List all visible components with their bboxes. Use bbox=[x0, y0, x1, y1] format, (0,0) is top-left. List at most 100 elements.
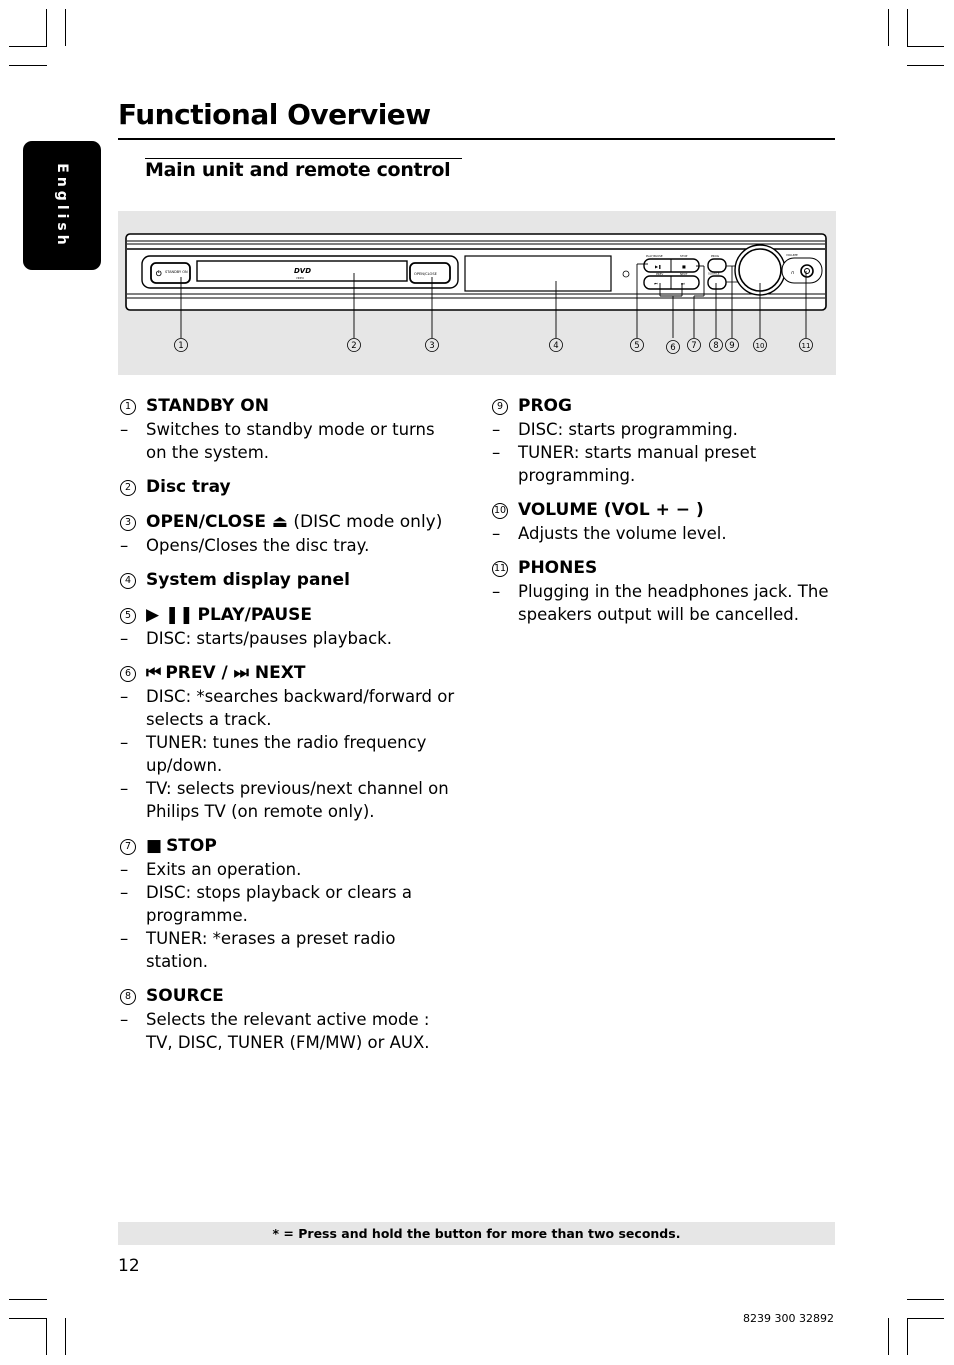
item-description: – Switches to standby mode or turns on th… bbox=[118, 418, 458, 464]
item-7: 7 ■ STOP – Exits an operation. – DISC: stops p… bbox=[118, 835, 458, 973]
items-right-column: 9 PROG – DISC: starts programming. – TUNER: s… bbox=[490, 395, 830, 638]
item-description-text: DISC: *searches backward/forward or sele… bbox=[146, 687, 455, 729]
item-heading: 6 ⏮ PREV / ⏭ NEXT bbox=[118, 662, 458, 685]
item-number-badge: 9 bbox=[492, 399, 508, 415]
item-heading: 1 STANDBY ON bbox=[118, 395, 458, 418]
crop-mark bbox=[9, 46, 47, 47]
next-label: NEXT bbox=[680, 272, 688, 276]
standby-label: STANDBY ON bbox=[165, 270, 188, 274]
item-description: – DISC: *searches backward/forward or sel… bbox=[118, 685, 458, 731]
callout-number-10: 10 bbox=[756, 342, 765, 350]
item-title: PLAY/PAUSE bbox=[197, 605, 313, 625]
crop-mark bbox=[65, 9, 66, 46]
callout-number-5: 5 bbox=[634, 341, 639, 351]
source-label: SOURCE bbox=[708, 272, 720, 276]
footnote: * = Press and hold the button for more t… bbox=[118, 1222, 835, 1245]
crop-mark bbox=[9, 1318, 47, 1319]
item-6: 6 ⏮ PREV / ⏭ NEXT – DISC: *searches backward… bbox=[118, 662, 458, 823]
dvd-logo: DVD bbox=[294, 267, 311, 275]
item-heading: 3 OPEN/CLOSE ⏏ (DISC mode only) bbox=[118, 511, 458, 534]
stop-glyph: ■ bbox=[682, 264, 686, 269]
power-icon: ⏻ bbox=[156, 270, 162, 278]
item-description: – Plugging in the headphones jack. The sp… bbox=[490, 580, 830, 626]
item-description-text: DISC: starts programming. bbox=[518, 420, 738, 439]
callout-number-8: 8 bbox=[713, 341, 718, 351]
item-number-badge: 1 bbox=[120, 399, 136, 415]
callout-number-1: 1 bbox=[178, 341, 183, 351]
item-heading: 7 ■ STOP bbox=[118, 835, 458, 858]
dash-bullet: – bbox=[120, 629, 129, 648]
prog-button bbox=[707, 258, 727, 273]
display-panel bbox=[464, 255, 612, 292]
item-title: PHONES bbox=[518, 558, 598, 578]
item-5: 5 ▶ ❚❚ PLAY/PAUSE – DISC: starts/pauses play… bbox=[118, 604, 458, 650]
item-description: – Exits an operation. bbox=[118, 858, 458, 881]
play-pause-glyph: ▶❚ bbox=[655, 264, 661, 269]
item-description-text: Exits an operation. bbox=[146, 860, 302, 879]
item-description-text: Switches to standby mode or turns on the… bbox=[146, 420, 435, 462]
item-description: – TUNER: *erases a preset radio station. bbox=[118, 927, 458, 973]
prev-label: PREV bbox=[656, 272, 663, 276]
prev-glyph: ⏮ bbox=[654, 281, 658, 286]
item-2: 2 Disc tray bbox=[118, 476, 458, 499]
callout-number-6: 6 bbox=[670, 343, 675, 353]
item-title: OPEN/CLOSE ⏏ bbox=[146, 512, 288, 532]
item-description: – DISC: starts programming. bbox=[490, 418, 830, 441]
item-heading: 10 VOLUME (VOL + − ) bbox=[490, 499, 830, 522]
item-title: Disc tray bbox=[146, 477, 231, 497]
item-heading: 8 SOURCE bbox=[118, 985, 458, 1008]
item-title: VOLUME (VOL + − ) bbox=[518, 500, 704, 520]
item-description: – Opens/Closes the disc tray. bbox=[118, 534, 458, 557]
device-figure: ⏻ STANDBY ON DVD VIDEO OPEN/CLOSE ▶❚ ■ P… bbox=[118, 211, 836, 375]
item-3: 3 OPEN/CLOSE ⏏ (DISC mode only) – Opens/Clo… bbox=[118, 511, 458, 557]
prog-label: PROG bbox=[711, 254, 719, 258]
item-description: – DISC: stops playback or clears a progra… bbox=[118, 881, 458, 927]
item-number-badge: 8 bbox=[120, 989, 136, 1005]
item-description-text: TUNER: tunes the radio frequency up/down… bbox=[146, 733, 427, 775]
dash-bullet: – bbox=[492, 443, 501, 462]
item-number-badge: 4 bbox=[120, 573, 136, 589]
callout-number-3: 3 bbox=[429, 341, 434, 351]
crop-mark bbox=[9, 65, 47, 66]
dash-bullet: – bbox=[492, 420, 501, 439]
crop-mark bbox=[888, 9, 889, 46]
item-description-text: Opens/Closes the disc tray. bbox=[146, 536, 370, 555]
item-heading: 5 ▶ ❚❚ PLAY/PAUSE bbox=[118, 604, 458, 627]
callout-number-7: 7 bbox=[691, 341, 696, 351]
item-title: PROG bbox=[518, 396, 572, 416]
item-description-text: Selects the relevant active mode : TV, D… bbox=[146, 1010, 430, 1052]
crop-mark bbox=[907, 65, 944, 66]
item-number-badge: 7 bbox=[120, 839, 136, 855]
dash-bullet: – bbox=[120, 883, 129, 902]
item-description-text: DISC: stops playback or clears a program… bbox=[146, 883, 413, 925]
item-description-text: Plugging in the headphones jack. The spe… bbox=[518, 582, 829, 624]
item-8: 8 SOURCE – Selects the relevant active mode… bbox=[118, 985, 458, 1054]
item-11: 11 PHONES – Plugging in the headphones jack… bbox=[490, 557, 830, 626]
dash-bullet: – bbox=[120, 733, 129, 752]
item-mode-note: (DISC mode only) bbox=[287, 512, 443, 532]
headphones-icon: ∩ bbox=[791, 270, 795, 276]
item-4: 4 System display panel bbox=[118, 569, 458, 592]
crop-mark bbox=[65, 1318, 66, 1355]
crop-mark bbox=[907, 1318, 908, 1355]
dash-bullet: – bbox=[120, 420, 129, 439]
crop-mark bbox=[9, 1299, 47, 1300]
item-title: STOP bbox=[166, 836, 217, 856]
page-number: 12 bbox=[118, 1256, 140, 1276]
item-description: – Adjusts the volume level. bbox=[490, 522, 830, 545]
dash-bullet: – bbox=[120, 860, 129, 879]
dash-bullet: – bbox=[120, 1010, 129, 1029]
item-description-text: DISC: starts/pauses playback. bbox=[146, 629, 392, 648]
crop-mark bbox=[888, 1318, 889, 1355]
item-number-badge: 2 bbox=[120, 480, 136, 496]
item-description: – TV: selects previous/next channel on Ph… bbox=[118, 777, 458, 823]
items-left-column: 1 STANDBY ON – Switches to standby mode or … bbox=[118, 395, 458, 1066]
language-tab-label: English bbox=[54, 162, 70, 249]
item-description: – TUNER: starts manual preset programming… bbox=[490, 441, 830, 487]
language-tab: English bbox=[23, 141, 101, 270]
callout-number-9: 9 bbox=[729, 341, 734, 351]
item-title: PREV / ⏭ NEXT bbox=[165, 663, 306, 683]
dash-bullet: – bbox=[492, 582, 501, 601]
crop-mark bbox=[46, 1318, 47, 1355]
callout-number-2: 2 bbox=[351, 341, 356, 351]
